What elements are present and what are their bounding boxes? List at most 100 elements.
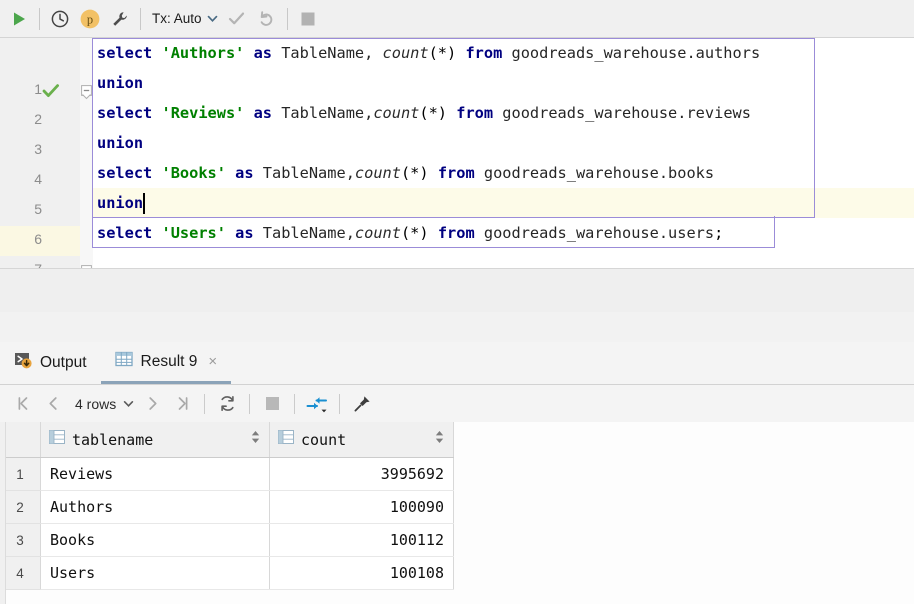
row-number-cell[interactable]: 1 <box>0 457 41 491</box>
cell-tablename[interactable]: Reviews <box>40 457 270 491</box>
close-icon[interactable]: × <box>204 353 217 370</box>
code-token: TableName, <box>253 224 355 242</box>
code-token: count <box>373 104 420 122</box>
code-token: TableName, <box>272 44 383 62</box>
refresh-icon[interactable] <box>212 389 242 419</box>
statement-valid-check-icon <box>42 83 60 104</box>
last-page-button[interactable] <box>167 389 197 419</box>
line-number: 7 <box>34 261 42 268</box>
toggle-panels-icon[interactable] <box>302 389 332 419</box>
configure-wrench-icon[interactable] <box>105 4 135 34</box>
main-toolbar: p Tx: Auto <box>0 0 914 38</box>
tab-result-9[interactable]: Result 9 × <box>100 342 232 384</box>
code-line[interactable]: select 'Authors' as TableName, count(*) … <box>97 38 760 68</box>
commit-check-icon[interactable] <box>222 4 252 34</box>
next-page-button[interactable] <box>137 389 167 419</box>
column-type-icon <box>278 430 294 449</box>
plan-badge-letter: p <box>87 12 93 26</box>
code-token: as <box>253 44 273 62</box>
table-row[interactable]: 4 Users 100108 <box>0 556 454 590</box>
transaction-mode-label[interactable]: Tx: Auto <box>146 11 204 26</box>
row-number-cell[interactable]: 3 <box>0 523 41 557</box>
code-line[interactable]: union <box>97 188 143 218</box>
sort-arrows-icon[interactable] <box>250 429 261 450</box>
terminate-stop-icon[interactable] <box>293 4 323 34</box>
code-token: select <box>97 104 153 122</box>
execution-history-icon[interactable] <box>45 4 75 34</box>
editor-code-area[interactable]: select 'Authors' as TableName, count(*) … <box>92 38 914 268</box>
fold-collapse-icon[interactable] <box>81 85 92 100</box>
line-number: 1 <box>34 81 42 97</box>
code-token: goodreads_warehouse.users <box>474 224 715 242</box>
line-number: 2 <box>34 111 42 127</box>
code-token: (*) <box>400 224 438 242</box>
grid-icon <box>114 351 134 373</box>
column-header-count[interactable]: count <box>269 422 454 458</box>
first-page-button[interactable] <box>8 389 38 419</box>
sql-editor[interactable]: select 'Authors' as TableName, count(*) … <box>0 38 914 268</box>
row-count-label[interactable]: 4 rows <box>68 396 119 412</box>
code-line[interactable]: select 'Users' as TableName,count(*) fro… <box>97 218 723 248</box>
cell-count[interactable]: 100090 <box>269 490 454 524</box>
chevron-down-icon[interactable] <box>204 6 222 32</box>
cell-count[interactable]: 3995692 <box>269 457 454 491</box>
explain-plan-icon[interactable]: p <box>75 4 105 34</box>
output-icon <box>14 351 33 375</box>
code-line[interactable]: select 'Books' as TableName,count(*) fro… <box>97 158 714 188</box>
previous-page-button[interactable] <box>38 389 68 419</box>
editor-empty-band <box>0 275 914 313</box>
code-token: count <box>354 224 401 242</box>
code-token: (*) <box>400 164 438 182</box>
gutter-line: 4 <box>0 166 80 196</box>
row-number-cell[interactable]: 4 <box>0 556 41 590</box>
code-line[interactable]: union <box>97 128 143 158</box>
code-token: from <box>437 164 475 182</box>
code-token: as <box>253 104 273 122</box>
table-row[interactable]: 2 Authors 100090 <box>0 490 454 524</box>
tab-output-label: Output <box>40 354 87 371</box>
code-line[interactable]: union <box>97 68 143 98</box>
rollback-undo-icon[interactable] <box>252 4 282 34</box>
sort-arrows-icon[interactable] <box>434 429 445 450</box>
execute-statement-button[interactable] <box>4 4 34 34</box>
cell-count[interactable]: 100108 <box>269 556 454 590</box>
toolbar-divider-2 <box>140 7 141 30</box>
gutter-line: 6 <box>0 226 80 256</box>
tab-output[interactable]: Output <box>0 342 101 384</box>
row-number-cell[interactable]: 2 <box>0 490 41 524</box>
code-token: TableName, <box>253 164 355 182</box>
pin-icon[interactable] <box>347 389 377 419</box>
code-token: from <box>456 104 494 122</box>
line-number: 4 <box>34 171 42 187</box>
code-line[interactable]: select 'Reviews' as TableName,count(*) f… <box>97 98 751 128</box>
column-header-label: tablename <box>72 430 154 449</box>
gutter-line: 5 <box>0 196 80 226</box>
cell-tablename[interactable]: Authors <box>40 490 270 524</box>
table-row[interactable]: 1 Reviews 3995692 <box>0 457 454 491</box>
code-token: goodreads_warehouse.authors <box>502 44 761 62</box>
line-number: 3 <box>34 141 42 157</box>
code-token: ; <box>714 224 724 242</box>
line-number: 5 <box>34 201 42 217</box>
gutter-line: 3 <box>0 136 80 166</box>
results-splitter[interactable] <box>0 312 914 343</box>
cell-tablename[interactable]: Users <box>40 556 270 590</box>
code-token: count <box>354 164 401 182</box>
column-header-tablename[interactable]: tablename <box>40 422 270 458</box>
result-grid[interactable]: tablename count 1 Reviews 3995692 2 Authors 100… <box>0 422 914 604</box>
table-row[interactable]: 3 Books 100112 <box>0 523 454 557</box>
grid-corner-cell[interactable] <box>0 422 41 458</box>
code-token: select <box>97 44 153 62</box>
grid-toolbar-divider-1 <box>204 393 206 414</box>
code-token: (*) <box>419 104 457 122</box>
cell-tablename[interactable]: Books <box>40 523 270 557</box>
cell-count[interactable]: 100112 <box>269 523 454 557</box>
stop-icon[interactable] <box>257 389 287 419</box>
rows-chevron-down-icon[interactable] <box>119 391 137 417</box>
grid-toolbar-divider-2 <box>249 393 251 414</box>
code-token: union <box>97 194 144 212</box>
result-table: tablename count 1 Reviews 3995692 2 Authors 100… <box>0 422 454 590</box>
code-token: union <box>97 134 144 152</box>
